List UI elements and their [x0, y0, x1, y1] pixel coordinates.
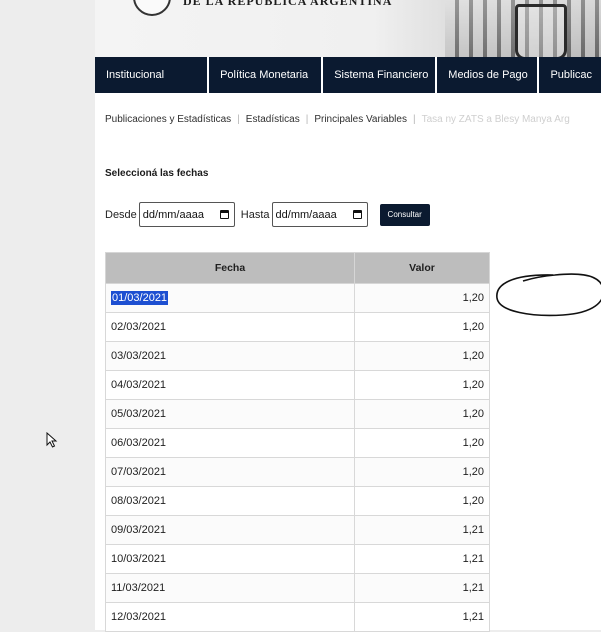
- date-cell: 06/03/2021: [105, 428, 355, 458]
- institution-seal-logo: [133, 0, 171, 16]
- breadcrumb-separator: |: [237, 114, 240, 125]
- value-cell: 1,20: [354, 486, 490, 516]
- value-cell: 1,21: [354, 602, 490, 632]
- nav-item[interactable]: Publicac: [539, 57, 601, 93]
- table-row: 03/03/2021 1,20: [105, 341, 490, 371]
- lantern-photo: [515, 4, 567, 58]
- date-text: 12/03/2021: [111, 611, 167, 623]
- page: DE LA REPÚBLICA ARGENTINA Institucional P…: [95, 0, 601, 632]
- value-cell: 1,20: [354, 341, 490, 371]
- date-cell: 09/03/2021: [105, 515, 355, 545]
- date-cell: 03/03/2021: [105, 341, 355, 371]
- header-banner: DE LA REPÚBLICA ARGENTINA: [95, 0, 601, 58]
- from-label: Desde: [105, 208, 137, 221]
- table-row: 04/03/2021 1,20: [105, 370, 490, 400]
- table-row: 07/03/2021 1,20: [105, 457, 490, 487]
- nav-item[interactable]: Política Monetaria: [209, 57, 322, 93]
- institution-name: DE LA REPÚBLICA ARGENTINA: [183, 0, 393, 8]
- hand-drawn-circle-annotation: [496, 273, 601, 317]
- value-column-header: Valor: [354, 252, 490, 284]
- value-cell: 1,20: [354, 428, 490, 458]
- value-cell: 1,20: [354, 312, 490, 342]
- date-text: 04/03/2021: [111, 379, 167, 391]
- breadcrumb-item[interactable]: Publicaciones y Estadísticas: [105, 114, 231, 125]
- date-text: 05/03/2021: [111, 408, 167, 420]
- table-row: 11/03/2021 1,21: [105, 573, 490, 603]
- date-text: 03/03/2021: [111, 350, 167, 362]
- value-cell: 1,20: [354, 399, 490, 429]
- date-cell: 08/03/2021: [105, 486, 355, 516]
- breadcrumb-separator: |: [305, 114, 309, 125]
- date-cell: 12/03/2021: [105, 602, 355, 632]
- value-cell: 1,21: [354, 573, 490, 603]
- table-row: 05/03/2021 1,20: [105, 399, 490, 429]
- date-cell: 01/03/2021: [105, 283, 355, 313]
- calendar-icon[interactable]: [352, 210, 362, 219]
- table-header-row: Fecha Valor: [105, 252, 490, 284]
- nav-item[interactable]: Medios de Pago: [437, 57, 538, 93]
- date-text: 02/03/2021: [111, 321, 167, 333]
- values-table: Fecha Valor 01/03/2021 1,20 02/03/2021 1,20…: [105, 252, 490, 632]
- value-cell: 1,21: [354, 544, 490, 574]
- to-label: Hasta: [240, 208, 270, 221]
- date-text: 06/03/2021: [111, 437, 167, 449]
- breadcrumb: Publicaciones y Estadísticas | Estadística…: [105, 114, 570, 125]
- date-cell: 04/03/2021: [105, 370, 355, 400]
- date-text: 08/03/2021: [111, 495, 167, 507]
- to-date-value: dd/mm/aaaa: [275, 208, 337, 221]
- date-column-header: Fecha: [105, 252, 355, 284]
- date-range-form: Desde dd/mm/aaaa Hasta dd/mm/aaaa Consul…: [105, 202, 430, 227]
- date-text: 09/03/2021: [111, 524, 167, 536]
- table-row: 01/03/2021 1,20: [105, 283, 490, 313]
- breadcrumb-current: Tasa ny ZATS a Blesy Manya Arg: [421, 114, 570, 125]
- breadcrumb-item[interactable]: Estadísticas: [246, 114, 300, 125]
- consultar-button[interactable]: Consultar: [379, 203, 430, 226]
- date-cell: 05/03/2021: [105, 399, 355, 429]
- to-date-input[interactable]: dd/mm/aaaa: [271, 202, 368, 227]
- breadcrumb-item[interactable]: Principales Variables: [314, 114, 407, 125]
- calendar-icon[interactable]: [219, 210, 229, 219]
- from-date-input[interactable]: dd/mm/aaaa: [138, 202, 235, 227]
- table-row: 06/03/2021 1,20: [105, 428, 490, 458]
- table-row: 09/03/2021 1,21: [105, 515, 490, 545]
- main-nav: Institucional Política Monetaria Sistema F…: [95, 57, 601, 93]
- value-cell: 1,21: [354, 515, 490, 545]
- date-text: 10/03/2021: [111, 553, 167, 565]
- from-date-value: dd/mm/aaaa: [142, 208, 204, 221]
- value-cell: 1,20: [354, 370, 490, 400]
- table-row: 10/03/2021 1,21: [105, 544, 490, 574]
- mouse-cursor-icon: [46, 432, 58, 448]
- date-text: 07/03/2021: [111, 466, 167, 478]
- selected-date-text: 01/03/2021: [111, 291, 169, 305]
- section-title: Seleccioná las fechas: [105, 168, 209, 179]
- table-row: 12/03/2021 1,21: [105, 602, 490, 632]
- nav-item[interactable]: Institucional: [95, 57, 208, 93]
- date-cell: 02/03/2021: [105, 312, 355, 342]
- nav-item[interactable]: Sistema Financiero: [323, 57, 436, 93]
- date-text: 11/03/2021: [111, 582, 166, 594]
- date-cell: 11/03/2021: [105, 573, 355, 603]
- date-cell: 07/03/2021: [105, 457, 355, 487]
- date-cell: 10/03/2021: [105, 544, 355, 574]
- table-row: 08/03/2021 1,20: [105, 486, 490, 516]
- table-row: 02/03/2021 1,20: [105, 312, 490, 342]
- value-cell: 1,20: [354, 457, 490, 487]
- value-cell: 1,20: [354, 283, 490, 313]
- breadcrumb-separator: |: [412, 114, 416, 125]
